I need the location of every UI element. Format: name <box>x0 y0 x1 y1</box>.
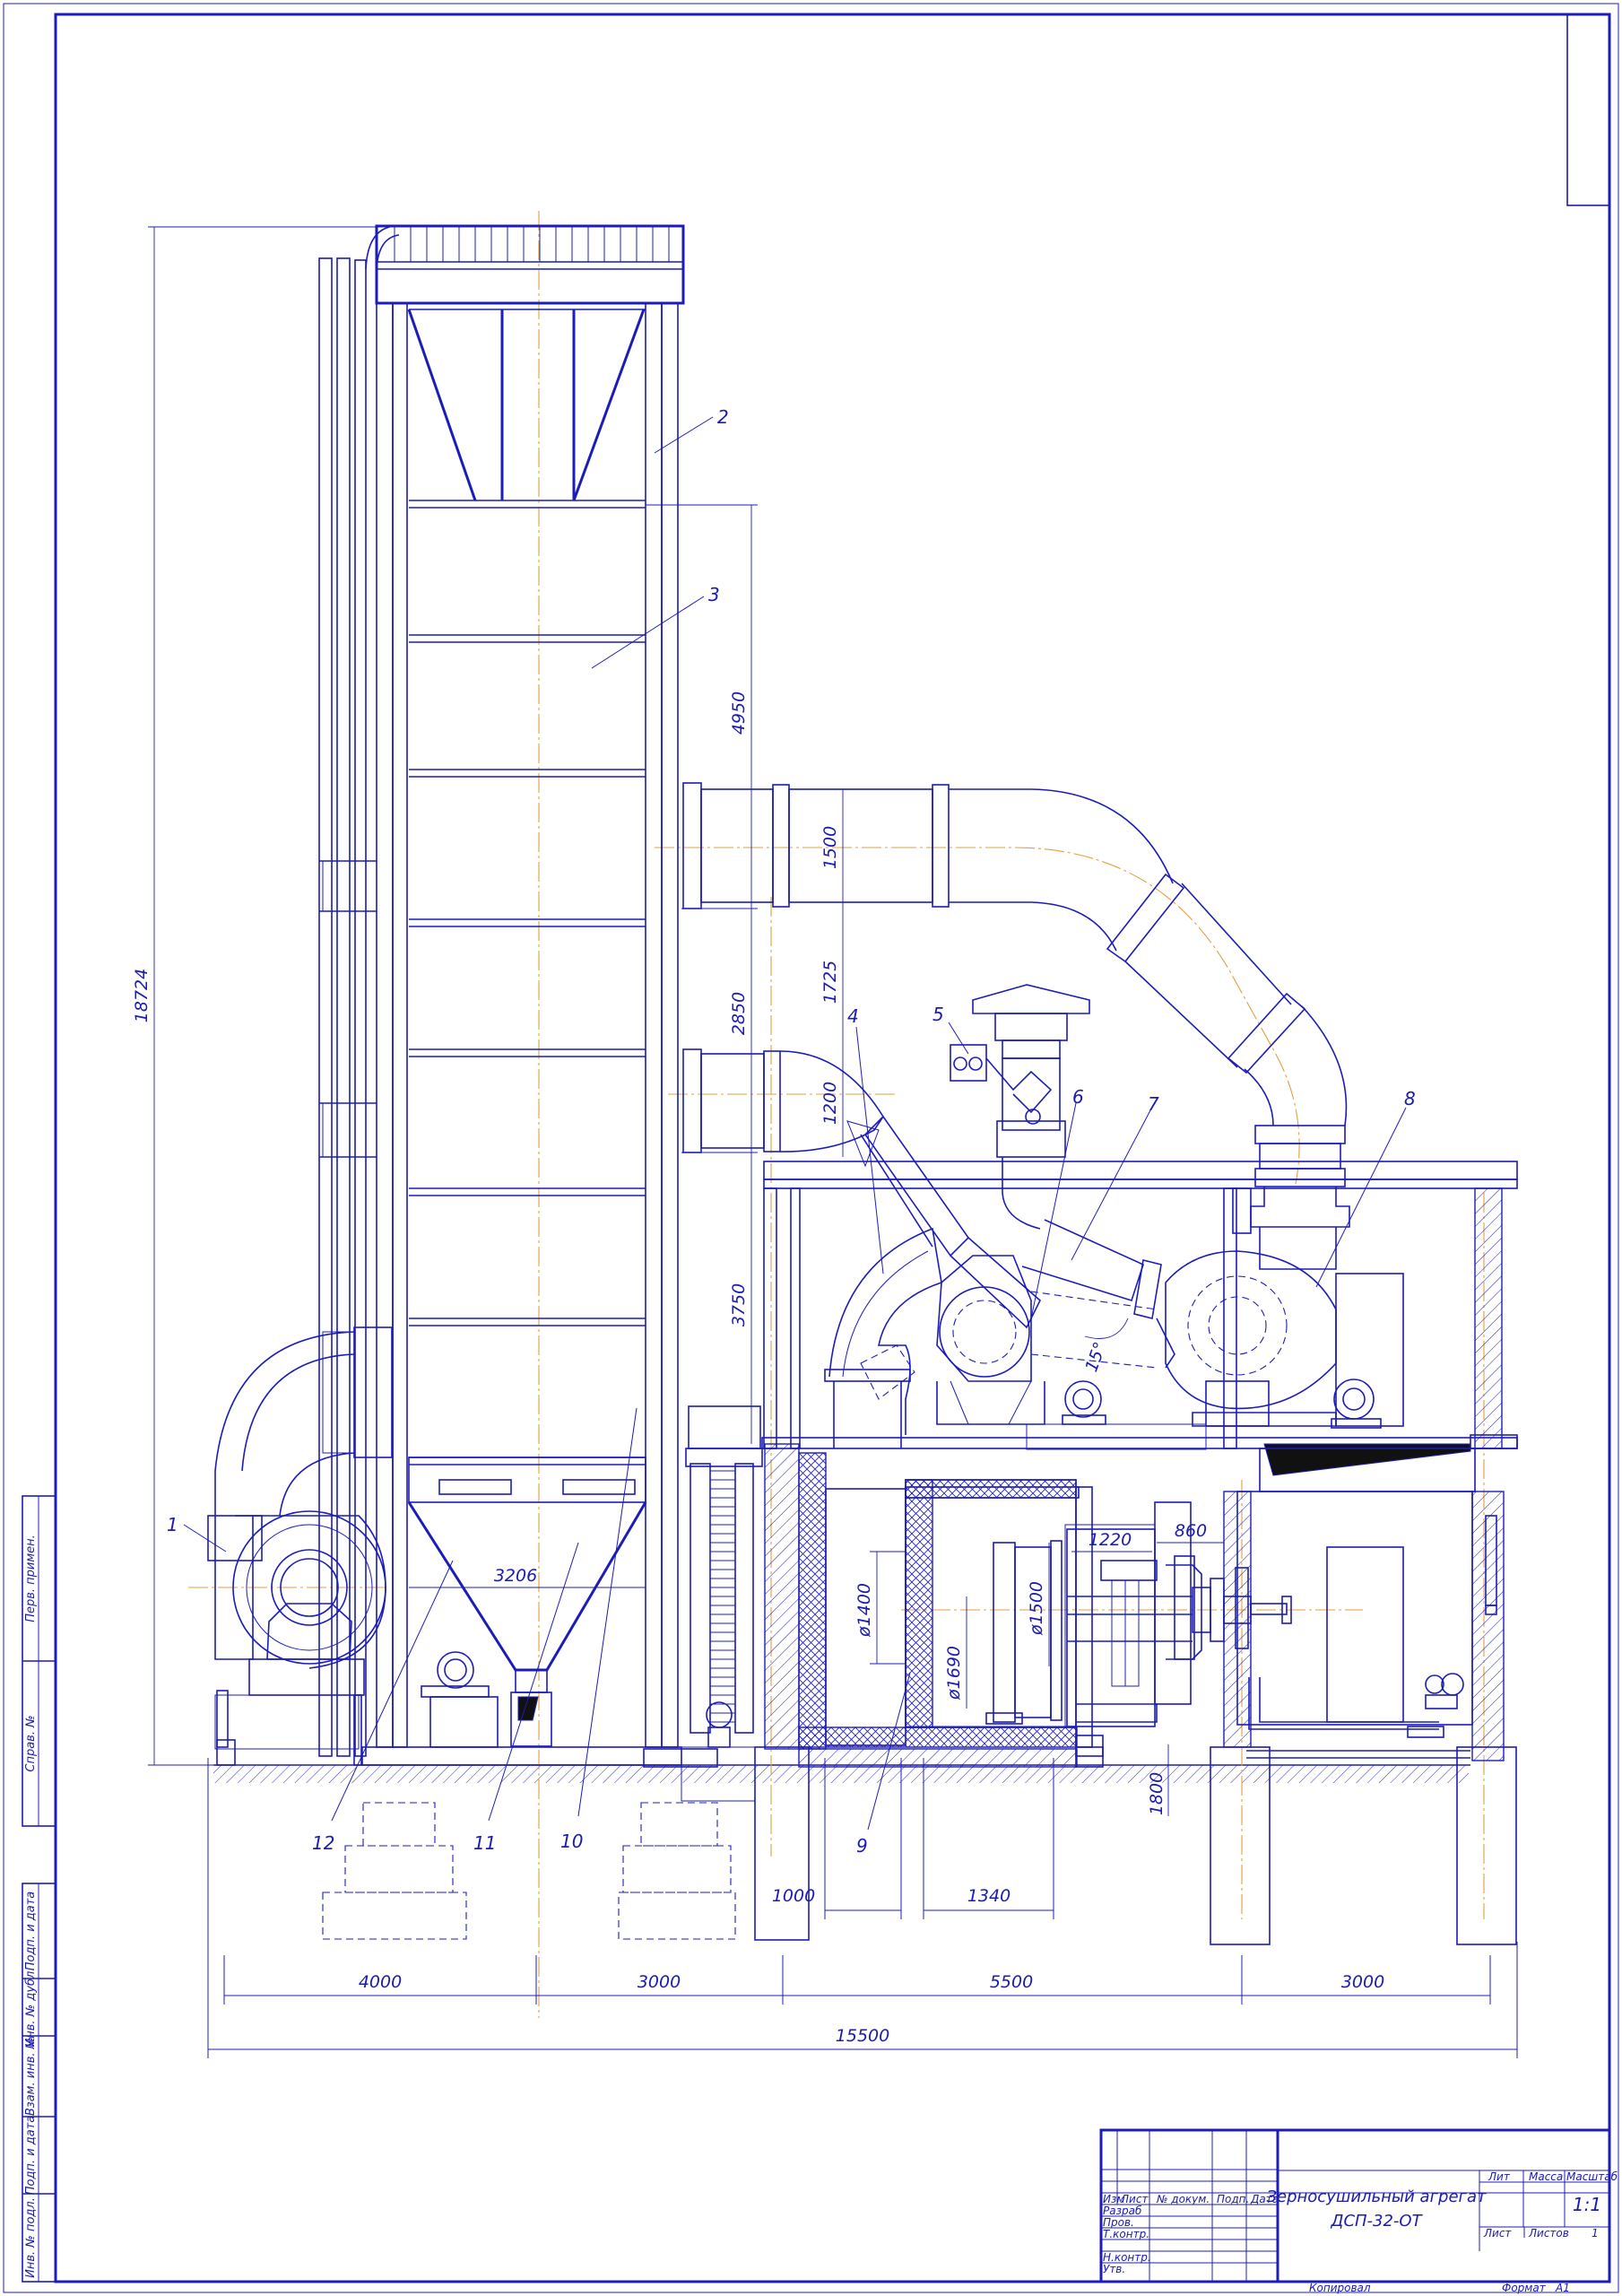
dimensions: 18724 4950 2850 3750 1500 1725 1200 3206… <box>132 226 1518 2058</box>
dim-depth-1800: 1800 <box>1147 1772 1167 1815</box>
tb-format-value: A1 <box>1555 2282 1570 2294</box>
tb-col-doc: № докум. <box>1156 2193 1210 2205</box>
dim-span-3000b: 3000 <box>1341 1972 1384 1992</box>
stamp-vzam-inv: Взам. инв. № <box>24 2037 38 2116</box>
tb-title-line1: Зерносушильный агрегат <box>1266 2187 1487 2206</box>
engineering-drawing: Перв. примен. Справ. № Подп. и дата Инв.… <box>3 3 1619 2294</box>
tb-row-utv: Утв. <box>1103 2263 1125 2275</box>
tb-sheets-label: Листов <box>1528 2227 1569 2239</box>
dim-tower-upper: 4950 <box>729 691 749 735</box>
tb-row-razrab: Разраб <box>1103 2205 1142 2217</box>
tb-row-nkontr: Н.контр. <box>1103 2251 1151 2264</box>
tb-col-list: Лист <box>1120 2193 1149 2205</box>
dim-duct-gap: 1725 <box>820 961 840 1004</box>
dim-overall-length: 15500 <box>836 2026 889 2046</box>
part-label-10: 10 <box>560 1831 583 1852</box>
tb-sheet-label: Лист <box>1483 2227 1512 2239</box>
part-label-1: 1 <box>167 1514 178 1535</box>
side-stamp: Перв. примен. Справ. № Подп. и дата Инв.… <box>22 1495 56 2283</box>
stamp-podp-data-1: Подп. и дата <box>24 1892 38 1971</box>
tb-sheets-value: 1 <box>1592 2227 1599 2239</box>
tb-mass-label: Масса <box>1529 2170 1563 2183</box>
dim-span-5500: 5500 <box>990 1972 1033 1992</box>
furnace <box>685 1405 1517 1945</box>
drying-tower <box>318 224 685 1766</box>
tb-format-label: Формат <box>1502 2282 1547 2294</box>
title-block: Изм Лист № докум. Подп. Дата Разраб Пров… <box>1099 2128 1618 2294</box>
ground <box>213 1764 1470 1783</box>
dim-d-inner: ø1400 <box>854 1583 874 1638</box>
tb-row-prov: Пров. <box>1103 2216 1134 2229</box>
sheet-frame <box>3 3 1619 2293</box>
dim-span-3000a: 3000 <box>638 1972 681 1992</box>
dim-width-860: 860 <box>1175 1521 1207 1541</box>
dim-width-1220: 1220 <box>1089 1530 1132 1550</box>
part-label-6: 6 <box>1072 1086 1084 1108</box>
dim-foot-1340: 1340 <box>967 1886 1010 1906</box>
part-label-7: 7 <box>1148 1093 1159 1115</box>
stamp-perv-primen: Перв. примен. <box>24 1535 38 1622</box>
part-label-3: 3 <box>708 584 720 605</box>
dim-overall-height: 18724 <box>132 969 152 1022</box>
part-label-8: 8 <box>1404 1088 1416 1109</box>
part-label-5: 5 <box>932 1004 944 1025</box>
dim-span-4000: 4000 <box>359 1972 402 1992</box>
stamp-inv-podl: Инв. № подл. <box>24 2197 38 2278</box>
dim-tower-lower: 3750 <box>729 1283 749 1326</box>
dim-tower-mid: 2850 <box>729 992 749 1035</box>
part-label-12: 12 <box>312 1832 334 1854</box>
tb-col-podp: Подп. <box>1217 2193 1249 2205</box>
dim-hopper-width: 3206 <box>494 1566 537 1586</box>
dim-d-furnace1: ø1500 <box>1027 1581 1046 1636</box>
part-label-4: 4 <box>847 1005 859 1027</box>
dim-d-furnace2: ø1690 <box>944 1646 964 1700</box>
upper-platform <box>761 984 1518 1492</box>
part-label-9: 9 <box>856 1835 868 1857</box>
stamp-sprav: Справ. № <box>24 1715 38 1771</box>
dim-angle: 15° <box>1081 1339 1110 1374</box>
dim-duct-upper: 1500 <box>820 826 840 869</box>
tb-scale-value: 1:1 <box>1573 2194 1601 2215</box>
stamp-inv-dubl: Инв. № дубл. <box>24 1968 38 2048</box>
dim-foot-1000: 1000 <box>772 1886 815 1906</box>
tb-lit-label: Лит <box>1488 2170 1511 2183</box>
fan-unit-1 <box>207 1326 393 1766</box>
stamp-podp-data-2: Подп. и дата <box>24 2116 38 2196</box>
dim-duct-lower: 1200 <box>820 1082 840 1125</box>
tb-row-tkontr: Т.контр. <box>1103 2228 1149 2240</box>
tb-title-line2: ДСП-32-ОТ <box>1330 2212 1423 2231</box>
tb-copied-label: Копировал <box>1309 2282 1371 2294</box>
part-label-2: 2 <box>717 406 729 428</box>
tb-scale-label: Масштаб <box>1566 2170 1618 2183</box>
ducts <box>682 782 1350 1329</box>
part-label-11: 11 <box>473 1832 496 1854</box>
